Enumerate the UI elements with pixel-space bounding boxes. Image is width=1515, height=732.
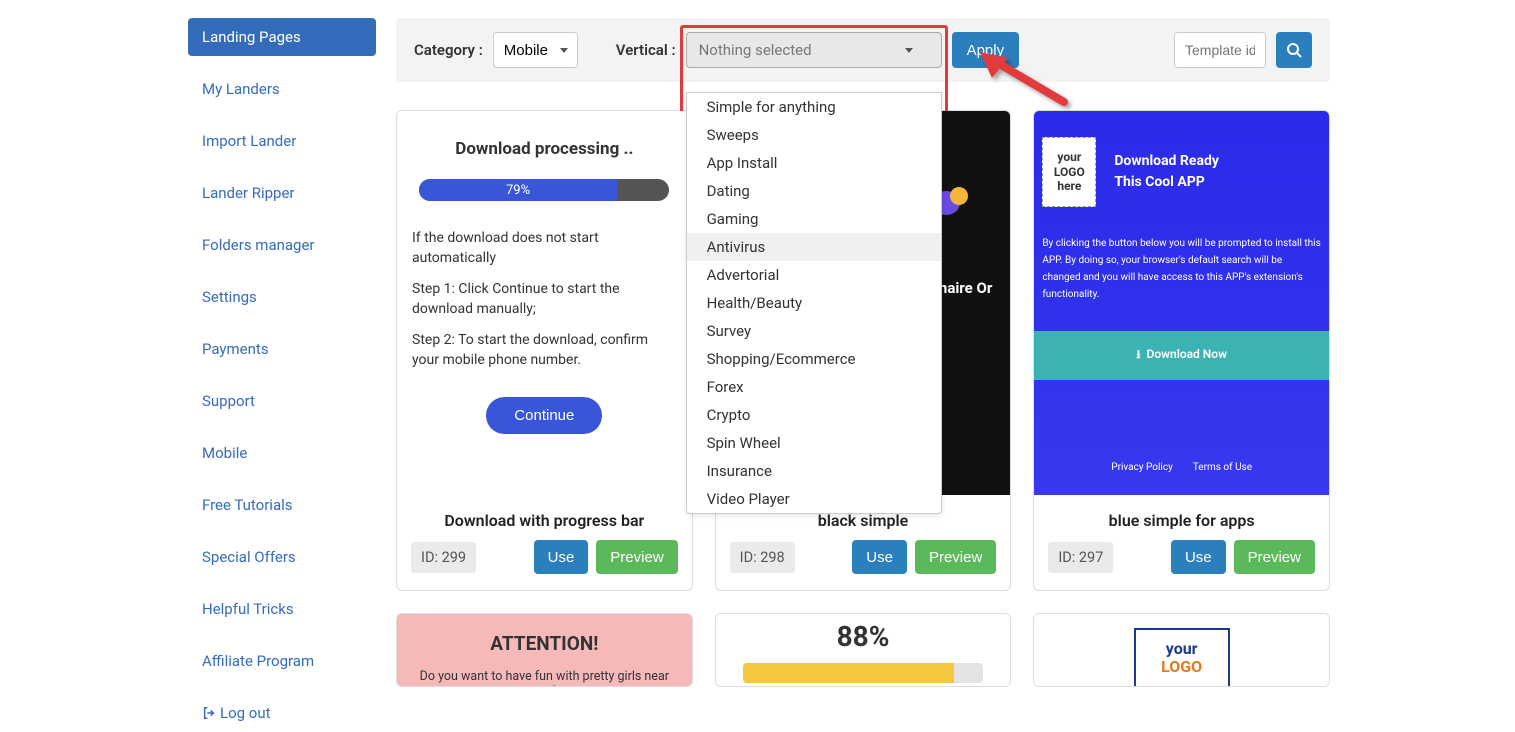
preview-button[interactable]: Preview (596, 540, 677, 574)
sidebar-item-special-offers[interactable]: Special Offers (188, 538, 376, 576)
sidebar-item-affiliate-program[interactable]: Affiliate Program (188, 642, 376, 680)
template-card: ATTENTION! Do you want to have fun with … (396, 613, 693, 687)
preview-text: If the download does not start automatic… (398, 229, 691, 280)
sidebar-item-lander-ripper[interactable]: Lander Ripper (188, 174, 376, 212)
template-preview: Download processing .. 79% If the downlo… (397, 111, 692, 495)
vertical-option-shopping-ecommerce[interactable]: Shopping/Ecommerce (687, 345, 941, 373)
template-title: Download with progress bar (397, 495, 692, 540)
template-id-badge: ID: 297 (1048, 542, 1113, 573)
preview-heading: Download ReadyThis Cool APP (1114, 151, 1219, 193)
main-content: Category : Mobile Vertical : Nothing sel… (396, 18, 1330, 732)
category-select[interactable]: Mobile (493, 32, 578, 68)
sidebar-item-helpful-tricks[interactable]: Helpful Tricks (188, 590, 376, 628)
preview-text: Step 1: Click Continue to start the down… (398, 280, 691, 331)
chevron-down-icon (905, 48, 913, 53)
sidebar-item-label: Log out (220, 704, 271, 722)
vertical-option-forex[interactable]: Forex (687, 373, 941, 401)
preview-button[interactable]: Preview (1234, 540, 1315, 574)
template-preview: ATTENTION! Do you want to have fun with … (397, 614, 692, 686)
vertical-dropdown: Simple for anything Sweeps App Install D… (686, 92, 942, 514)
template-card: Download processing .. 79% If the downlo… (396, 110, 693, 591)
sidebar-item-free-tutorials[interactable]: Free Tutorials (188, 486, 376, 524)
download-icon: ⭳ (1136, 347, 1140, 361)
vertical-option-simple[interactable]: Simple for anything (687, 93, 941, 121)
progress-bar (743, 663, 983, 683)
progress-percent: 88% (716, 620, 1011, 653)
vertical-option-spin-wheel[interactable]: Spin Wheel (687, 429, 941, 457)
preview-button[interactable]: Preview (915, 540, 996, 574)
sidebar-item-my-landers[interactable]: My Landers (188, 70, 376, 108)
vertical-select-value: Nothing selected (699, 41, 812, 59)
preview-continue-button: Continue (486, 397, 602, 434)
use-button[interactable]: Use (1171, 540, 1226, 574)
preview-heading: ATTENTION! (407, 632, 682, 655)
template-id-badge: ID: 299 (411, 542, 476, 573)
sidebar-item-settings[interactable]: Settings (188, 278, 376, 316)
preview-footer-links: Privacy PolicyTerms of Use (1034, 462, 1329, 473)
logout-icon (202, 706, 216, 720)
template-footer: ID: 299 Use Preview (397, 540, 692, 590)
preview-disclaimer: By clicking the button below you will be… (1042, 235, 1321, 303)
vertical-option-dating[interactable]: Dating (687, 177, 941, 205)
vertical-option-app-install[interactable]: App Install (687, 149, 941, 177)
category-label: Category : (414, 41, 483, 59)
template-title: blue simple for apps (1034, 495, 1329, 540)
vertical-option-advertorial[interactable]: Advertorial (687, 261, 941, 289)
apply-button[interactable]: Apply (952, 32, 1020, 68)
template-preview: your LOGO (1034, 614, 1329, 686)
template-preview: your LOGO here Download ReadyThis Cool A… (1034, 111, 1329, 495)
progress-fill (743, 663, 954, 683)
preview-download-button: ⭳ Download Now (1034, 331, 1329, 380)
sidebar-item-support[interactable]: Support (188, 382, 376, 420)
template-footer: ID: 297 Use Preview (1034, 540, 1329, 590)
template-card: your LOGO (1033, 613, 1330, 687)
vertical-option-crypto[interactable]: Crypto (687, 401, 941, 429)
vertical-option-health-beauty[interactable]: Health/Beauty (687, 289, 941, 317)
preview-text: Do you want to have fun with pretty girl… (407, 669, 682, 686)
sidebar-item-payments[interactable]: Payments (188, 330, 376, 368)
search-icon (1286, 42, 1302, 58)
vertical-option-survey[interactable]: Survey (687, 317, 941, 345)
template-id-input[interactable] (1174, 32, 1266, 68)
vertical-label: Vertical : (616, 41, 676, 59)
sidebar: Landing Pages My Landers Import Lander L… (188, 18, 376, 732)
use-button[interactable]: Use (852, 540, 907, 574)
logo-placeholder: your LOGO here (1042, 137, 1096, 207)
vertical-option-gaming[interactable]: Gaming (687, 205, 941, 233)
template-id-badge: ID: 298 (730, 542, 795, 573)
preview-text: Step 2: To start the download, confirm y… (398, 331, 691, 382)
use-button[interactable]: Use (534, 540, 589, 574)
sidebar-item-logout[interactable]: Log out (188, 694, 376, 732)
vertical-option-sweeps[interactable]: Sweeps (687, 121, 941, 149)
sidebar-item-mobile[interactable]: Mobile (188, 434, 376, 472)
template-card: 88% (715, 613, 1012, 687)
preview-heading: Download processing .. (398, 139, 691, 159)
sidebar-item-folders-manager[interactable]: Folders manager (188, 226, 376, 264)
sidebar-item-import-lander[interactable]: Import Lander (188, 122, 376, 160)
search-button[interactable] (1276, 32, 1312, 68)
sidebar-item-landing-pages[interactable]: Landing Pages (188, 18, 376, 56)
template-card: your LOGO here Download ReadyThis Cool A… (1033, 110, 1330, 591)
progress-bar: 79% (419, 179, 669, 201)
vertical-option-insurance[interactable]: Insurance (687, 457, 941, 485)
progress-fill: 79% (419, 179, 617, 201)
filter-bar: Category : Mobile Vertical : Nothing sel… (396, 18, 1330, 82)
vertical-option-antivirus[interactable]: Antivirus (687, 233, 941, 261)
vertical-select[interactable]: Nothing selected (686, 32, 942, 68)
logo-placeholder: your LOGO (1134, 628, 1230, 686)
template-footer: ID: 298 Use Preview (716, 540, 1011, 590)
vertical-option-video-player[interactable]: Video Player (687, 485, 941, 513)
template-preview: 88% (716, 614, 1011, 686)
